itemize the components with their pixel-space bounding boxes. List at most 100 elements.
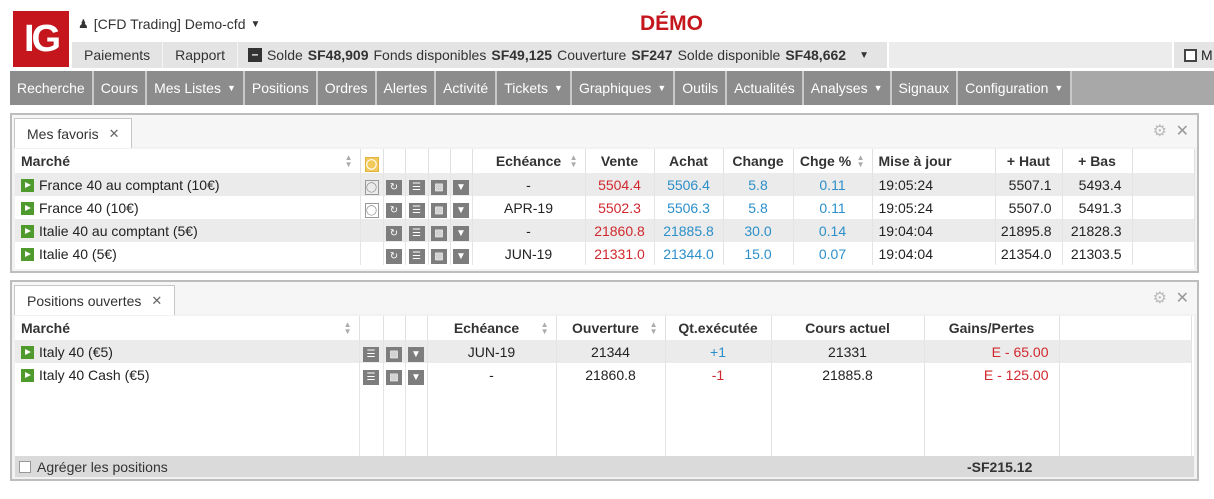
close-panel-icon[interactable]: ✕ bbox=[1176, 288, 1189, 308]
vente-cell[interactable]: 5502.3 bbox=[585, 196, 655, 219]
close-panel-icon[interactable]: ✕ bbox=[1176, 121, 1189, 141]
col-echeance[interactable]: Echéance ▲ ▼ bbox=[427, 316, 557, 340]
menu-cell[interactable]: ▼ bbox=[405, 340, 428, 363]
nav-signaux[interactable]: Signaux bbox=[892, 71, 959, 105]
table-row[interactable]: Italie 40 au comptant (5€) ↻ ☰ ▩ ▼ -21860.8 21… bbox=[15, 219, 1195, 242]
col-alert[interactable]: ◯ bbox=[360, 149, 384, 173]
col-chge-pct[interactable]: Chge % ▲ ▼ bbox=[793, 149, 873, 173]
lightbulb-icon[interactable]: ◯ bbox=[364, 203, 379, 218]
nav-ordres[interactable]: Ordres bbox=[318, 71, 377, 105]
info-cell[interactable]: ☰ bbox=[405, 196, 429, 219]
menu-cell[interactable]: ▼ bbox=[450, 196, 473, 219]
alert-cell[interactable]: ◯ bbox=[360, 196, 384, 219]
lightbulb-icon[interactable]: ◯ bbox=[364, 180, 379, 195]
rapport-button[interactable]: Rapport bbox=[163, 42, 238, 68]
chart-icon[interactable]: ▩ bbox=[431, 249, 447, 264]
alert-cell[interactable] bbox=[360, 242, 384, 265]
menu-cell[interactable]: ▼ bbox=[450, 173, 473, 196]
info-sheet-icon[interactable]: ☰ bbox=[363, 370, 379, 385]
market-cell[interactable]: Italy 40 Cash (€5) bbox=[15, 363, 360, 386]
alert-cell[interactable]: ◯ bbox=[360, 173, 384, 196]
tab-positions-ouvertes[interactable]: Positions ouvertes ✕ bbox=[14, 285, 176, 315]
chart-cell[interactable]: ▩ bbox=[383, 340, 406, 363]
chevron-down-icon[interactable]: ▼ bbox=[453, 226, 469, 241]
chevron-down-icon[interactable]: ▼ bbox=[453, 180, 469, 195]
sort-icon[interactable]: ▲ ▼ bbox=[650, 321, 658, 336]
table-row[interactable]: France 40 (10€) ◯ ↻ ☰ ▩ ▼ APR-19 5502.3 5506.3 5.… bbox=[15, 196, 1195, 219]
col-gains-pertes[interactable]: Gains/Pertes bbox=[924, 316, 1060, 340]
refresh-cell[interactable]: ↻ bbox=[383, 173, 406, 196]
nav-recherche[interactable]: Recherche bbox=[10, 71, 94, 105]
nav-cours[interactable]: Cours bbox=[94, 71, 148, 105]
col-bas[interactable]: + Bas bbox=[1062, 149, 1133, 173]
col-vente[interactable]: Vente bbox=[585, 149, 655, 173]
table-row[interactable]: France 40 au comptant (10€) ◯ ↻ ☰ ▩ ▼ -5504.4 5… bbox=[15, 173, 1195, 196]
gear-icon[interactable]: ⚙ bbox=[1153, 121, 1167, 141]
nav-mes-listes[interactable]: Mes Listes ▼ bbox=[147, 71, 245, 105]
col-change[interactable]: Change bbox=[723, 149, 794, 173]
table-row[interactable]: Italie 40 (5€) ↻ ☰ ▩ ▼ JUN-19 21331.0 21344.0 15… bbox=[15, 242, 1195, 265]
col-echeance[interactable]: Echéance ▲ ▼ bbox=[472, 149, 586, 173]
col-haut[interactable]: + Haut bbox=[995, 149, 1063, 173]
account-selector[interactable]: ♟ [CFD Trading] Demo-cfd ▼ bbox=[78, 16, 260, 32]
play-icon[interactable] bbox=[21, 247, 34, 261]
paiements-button[interactable]: Paiements bbox=[72, 42, 164, 68]
info-cell[interactable]: ☰ bbox=[359, 340, 384, 363]
info-cell[interactable]: ☰ bbox=[405, 219, 429, 242]
nav-outils[interactable]: Outils bbox=[675, 71, 728, 105]
info-sheet-icon[interactable]: ☰ bbox=[408, 226, 425, 241]
chart-icon[interactable]: ▩ bbox=[386, 370, 402, 385]
play-icon[interactable] bbox=[21, 201, 34, 215]
aggregate-checkbox[interactable] bbox=[19, 460, 31, 473]
menu-cell[interactable]: ▼ bbox=[450, 219, 473, 242]
lightbulb-icon[interactable]: ◯ bbox=[364, 156, 379, 172]
chart-cell[interactable]: ▩ bbox=[428, 242, 451, 265]
play-icon[interactable] bbox=[21, 368, 34, 382]
chart-cell[interactable]: ▩ bbox=[428, 196, 451, 219]
gear-icon[interactable]: ⚙ bbox=[1153, 288, 1167, 308]
col-mise-a-jour[interactable]: Mise à jour bbox=[872, 149, 996, 173]
refresh-icon[interactable]: ↻ bbox=[386, 249, 402, 264]
info-cell[interactable]: ☰ bbox=[405, 173, 429, 196]
chart-icon[interactable]: ▩ bbox=[431, 180, 447, 195]
sort-icon[interactable]: ▲ ▼ bbox=[857, 154, 865, 169]
chart-cell[interactable]: ▩ bbox=[428, 173, 451, 196]
sort-icon[interactable]: ▲ ▼ bbox=[541, 321, 549, 336]
nav-activite[interactable]: Activité bbox=[436, 71, 498, 105]
vente-cell[interactable]: 21860.8 bbox=[585, 219, 655, 242]
achat-cell[interactable]: 21885.8 bbox=[654, 219, 724, 242]
chart-cell[interactable]: ▩ bbox=[383, 363, 406, 386]
sort-icon[interactable]: ▲ ▼ bbox=[345, 154, 353, 169]
close-icon[interactable]: ✕ bbox=[151, 293, 162, 309]
info-sheet-icon[interactable]: ☰ bbox=[408, 180, 425, 195]
refresh-icon[interactable]: ↻ bbox=[386, 180, 402, 195]
nav-tickets[interactable]: Tickets ▼ bbox=[497, 71, 572, 105]
play-icon[interactable] bbox=[21, 224, 34, 238]
nav-actualites[interactable]: Actualités bbox=[727, 71, 804, 105]
workspace-menu[interactable]: M bbox=[1172, 42, 1214, 68]
info-sheet-icon[interactable]: ☰ bbox=[408, 203, 425, 218]
col-qt-executee[interactable]: Qt.exécutée bbox=[665, 316, 772, 340]
market-cell[interactable]: Italie 40 (5€) bbox=[15, 242, 361, 265]
nav-alertes[interactable]: Alertes bbox=[377, 71, 437, 105]
refresh-icon[interactable]: ↻ bbox=[386, 203, 402, 218]
vente-cell[interactable]: 5504.4 bbox=[585, 173, 655, 196]
col-marche[interactable]: Marché ▲ ▼ bbox=[15, 149, 361, 173]
achat-cell[interactable]: 5506.3 bbox=[654, 196, 724, 219]
info-cell[interactable]: ☰ bbox=[359, 363, 384, 386]
save-icon[interactable] bbox=[1184, 48, 1197, 62]
close-icon[interactable]: ✕ bbox=[109, 126, 120, 142]
menu-cell[interactable]: ▼ bbox=[405, 363, 428, 386]
play-icon[interactable] bbox=[21, 178, 34, 192]
play-icon[interactable] bbox=[21, 345, 34, 359]
market-cell[interactable]: France 40 au comptant (10€) bbox=[15, 173, 361, 196]
achat-cell[interactable]: 21344.0 bbox=[654, 242, 724, 265]
chart-icon[interactable]: ▩ bbox=[431, 203, 447, 218]
chevron-down-icon[interactable]: ▼ bbox=[453, 203, 469, 218]
chevron-down-icon[interactable]: ▼ bbox=[859, 50, 887, 61]
chart-cell[interactable]: ▩ bbox=[428, 219, 451, 242]
info-sheet-icon[interactable]: ☰ bbox=[408, 249, 425, 264]
tab-mes-favoris[interactable]: Mes favoris ✕ bbox=[14, 118, 133, 148]
balance-summary[interactable]: – Solde SF48,909 Fonds disponibles SF49,… bbox=[237, 42, 888, 68]
chevron-down-icon[interactable]: ▼ bbox=[408, 370, 424, 385]
